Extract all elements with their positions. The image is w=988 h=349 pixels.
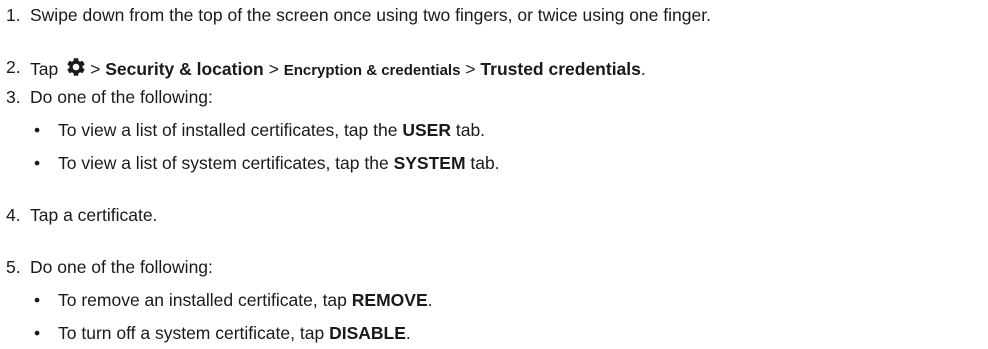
step-number: 4. <box>6 205 21 225</box>
option-text: To remove an installed certificate, tap … <box>58 290 433 310</box>
step-text: Swipe down from the top of the screen on… <box>30 5 711 25</box>
bullet: • <box>34 323 41 343</box>
separator: > <box>268 59 279 79</box>
step-number: 5. <box>6 257 21 277</box>
user-tab-label: USER <box>402 120 451 140</box>
separator: > <box>465 59 476 79</box>
bullet: • <box>34 153 41 173</box>
option-text: To view a list of installed certificates… <box>58 120 486 140</box>
step-text: Tap > Security & location > Encryption &… <box>30 56 646 82</box>
step-text: Do one of the following: <box>30 87 213 107</box>
period: . <box>640 59 646 79</box>
step-number: 1. <box>6 5 21 25</box>
bullet: • <box>34 290 41 310</box>
step-text: Do one of the following: <box>30 257 213 277</box>
step-number: 3. <box>6 87 21 107</box>
step-text: Tap a certificate. <box>30 205 158 225</box>
encryption-credentials-label: Encryption & credentials <box>283 62 461 79</box>
separator: > <box>90 59 101 79</box>
option-text: To turn off a system certificate, tap DI… <box>58 323 411 343</box>
system-tab-label: SYSTEM <box>393 153 466 173</box>
step-number: 2. <box>6 57 21 77</box>
option-text: To view a list of system certificates, t… <box>58 153 500 173</box>
bullet: • <box>34 120 41 140</box>
security-location-label: Security & location <box>105 59 264 79</box>
remove-label: REMOVE <box>351 290 428 310</box>
gear-icon <box>65 56 87 78</box>
tap-word: Tap <box>30 59 59 79</box>
trusted-credentials-label: Trusted credentials <box>480 59 641 79</box>
disable-label: DISABLE <box>329 323 406 343</box>
